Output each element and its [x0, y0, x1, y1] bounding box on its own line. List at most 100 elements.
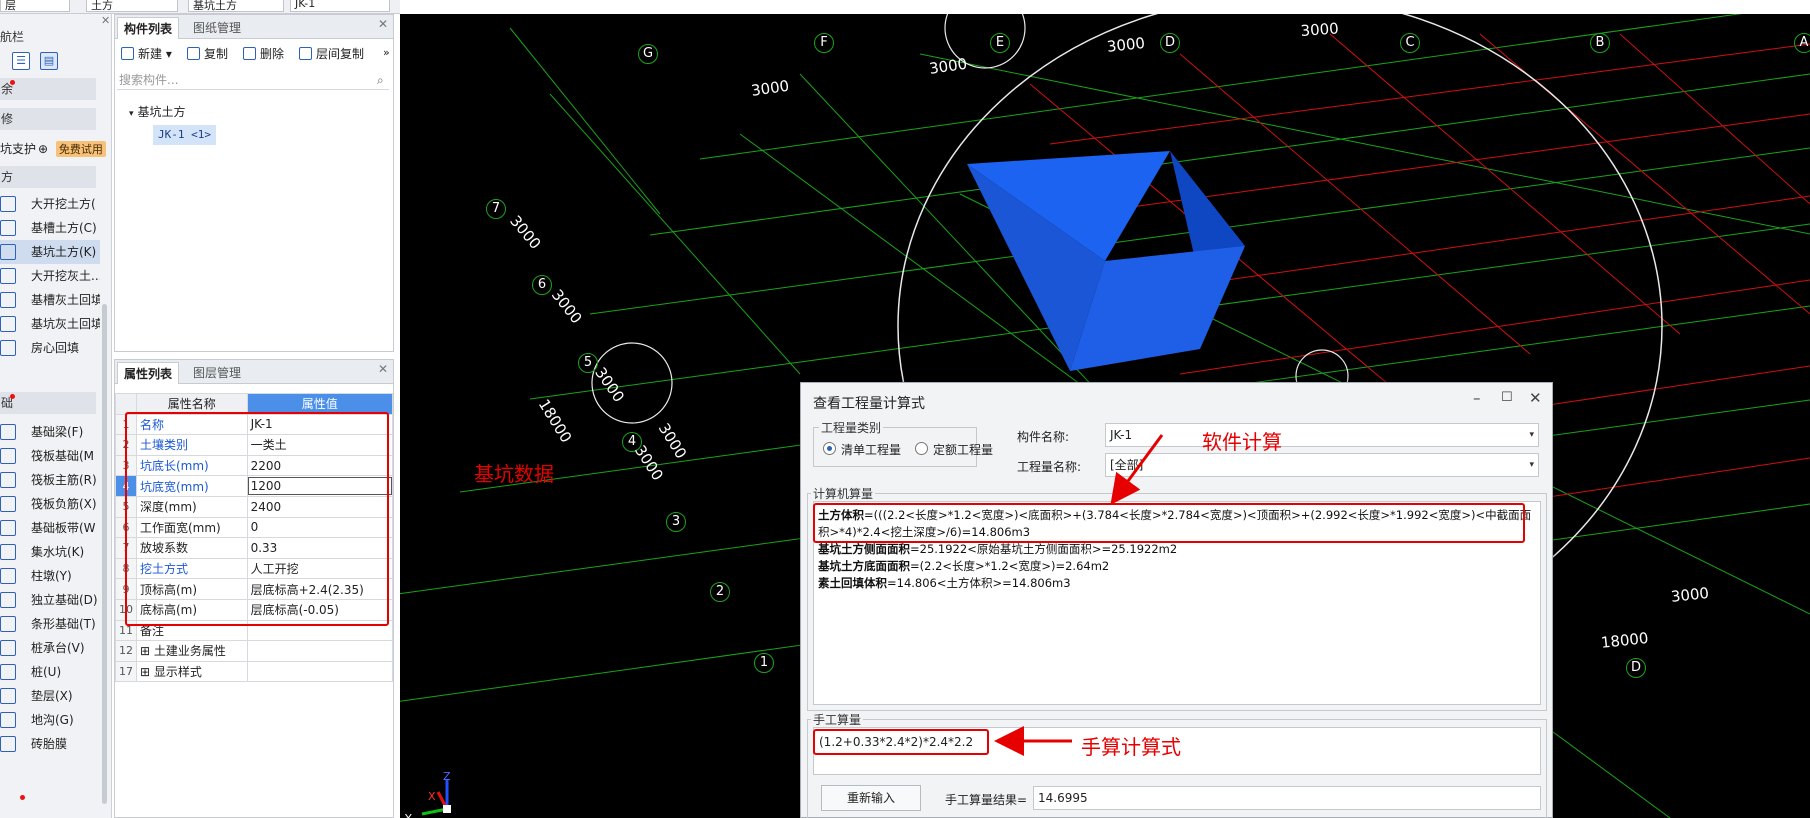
close-icon[interactable]: ✕: [1529, 389, 1542, 407]
nav-item-14[interactable]: 柱墩(Y): [0, 564, 100, 588]
subtype-combo[interactable]: 基坑土方: [188, 0, 284, 12]
computer-qty-label: 计算机算量: [811, 485, 876, 502]
minimize-icon[interactable]: –: [1473, 389, 1481, 407]
qty-name-field[interactable]: [全部] ▾: [1105, 453, 1539, 477]
navigation-panel: 航栏 ✕ ☰ ▤ 余 修 坑支护 ⊕ 免费试用 方 大开挖土方(基槽土方(C) 基坑…: [0, 14, 112, 818]
detail-view-icon[interactable]: ▤: [40, 52, 58, 70]
tab-layer-manage[interactable]: 图层管理: [187, 362, 247, 384]
nav-section-3[interactable]: 方: [0, 166, 96, 188]
tab-component-list[interactable]: 构件列表: [117, 17, 180, 39]
nav-item-label: 桩(U): [31, 665, 62, 679]
complist-tabs: 构件列表 图纸管理 ✕: [115, 15, 393, 39]
component-list-panel: 构件列表 图纸管理 ✕ 新建 ▾ 复制 删除 层间复制 » 搜索构件... ⌕ …: [114, 14, 394, 352]
property-name: ⊞ 土建业务属性: [136, 640, 248, 662]
nav-item-15[interactable]: 独立基础(D): [0, 588, 100, 612]
manual-calc-annotation: 手算计算式: [1081, 735, 1181, 759]
property-value[interactable]: [246, 640, 394, 662]
expand-icon: ▾: [129, 109, 134, 119]
component-search-input[interactable]: 搜索构件...: [117, 70, 389, 90]
axis-bubble-number: 5: [578, 353, 598, 373]
list-view-icon[interactable]: ☰: [12, 52, 30, 70]
free-trial-badge: 免费试用: [55, 141, 106, 157]
pit-data-annotation: 基坑数据: [474, 462, 554, 486]
nav-item-10[interactable]: 筏板主筋(R): [0, 468, 100, 492]
nav-item-3[interactable]: 基坑土方(K): [0, 240, 100, 264]
reinput-button[interactable]: 重新输入: [821, 785, 921, 811]
search-icon[interactable]: ⌕: [377, 73, 384, 88]
pit-support-label: 坑支护: [0, 142, 37, 156]
maximize-icon[interactable]: ☐: [1501, 390, 1513, 405]
new-button[interactable]: 新建 ▾: [121, 45, 172, 63]
close-icon[interactable]: ✕: [378, 17, 388, 31]
nav-item-13[interactable]: 集水坑(K): [0, 540, 100, 564]
type-combo[interactable]: 土方: [86, 0, 178, 12]
col-header-value: 属性值: [246, 393, 394, 415]
expand-icon[interactable]: ⊞: [140, 644, 154, 658]
close-icon[interactable]: ✕: [378, 362, 388, 376]
more-icon[interactable]: »: [383, 46, 390, 59]
tab-drawing-manage[interactable]: 图纸管理: [187, 17, 247, 39]
radio-norm-qty[interactable]: [915, 442, 928, 455]
nav-item-label: 桩承台(V): [31, 641, 85, 655]
isolated-footing-icon: [0, 592, 16, 608]
brick-mold-icon: [0, 736, 16, 752]
room-backfill-icon: [0, 340, 16, 356]
axis-bubble-letter: F: [814, 33, 834, 53]
nav-item-11[interactable]: 筏板负筋(X): [0, 492, 100, 516]
foundation-beam-icon: [0, 424, 16, 440]
radio-norm-qty-label[interactable]: 定额工程量: [933, 441, 993, 458]
radio-bill-qty[interactable]: [823, 442, 836, 455]
floor-copy-button[interactable]: 层间复制: [299, 45, 364, 63]
nav-scrollbar[interactable]: [102, 304, 107, 804]
nav-item-9[interactable]: 筏板基础(M: [0, 444, 100, 468]
expand-icon[interactable]: ⊞: [140, 665, 154, 679]
top-toolbar: 层 土方 基坑土方 JK-1: [0, 0, 400, 14]
raft-foundation-icon: [0, 448, 16, 464]
tab-property-list[interactable]: 属性列表: [117, 362, 180, 384]
dialog-title: 查看工程量计算式: [813, 396, 925, 412]
nav-item-5[interactable]: 基槽灰土回填: [0, 288, 100, 312]
nav-item-label: 基槽土方(C): [31, 221, 97, 235]
copy-button[interactable]: 复制: [187, 45, 228, 63]
manual-result-field[interactable]: 14.6995: [1033, 786, 1541, 810]
comp-name-label: 构件名称:: [1017, 430, 1070, 444]
property-row[interactable]: 12 ⊞ 土建业务属性: [115, 640, 394, 662]
nav-item-19[interactable]: 垫层(X): [0, 684, 100, 708]
nav-item-6[interactable]: 基坑灰土回填: [0, 312, 100, 336]
component-combo[interactable]: JK-1: [290, 0, 390, 12]
axis-bubble-letter: G: [638, 44, 658, 64]
nav-item-18[interactable]: 桩(U): [0, 660, 100, 684]
tree-item-jk1[interactable]: JK-1 <1>: [153, 125, 216, 145]
nav-item-2[interactable]: 基槽土方(C): [0, 216, 100, 240]
nav-item-label: 筏板负筋(X): [31, 497, 97, 511]
nav-item-1[interactable]: 大开挖土方(: [0, 192, 100, 216]
tree-root[interactable]: ▾ 基坑土方: [129, 103, 186, 120]
floor-combo[interactable]: 层: [0, 0, 70, 12]
pit-model[interactable]: [967, 151, 1245, 371]
nav-item-20[interactable]: 地沟(G): [0, 708, 100, 732]
nav-item-16[interactable]: 条形基础(T): [0, 612, 100, 636]
dimension-label: 3000: [1300, 19, 1340, 40]
nav-item-7[interactable]: 房心回填: [0, 336, 100, 360]
nav-item-21[interactable]: 砖胎膜: [0, 732, 100, 756]
delete-button[interactable]: 删除: [243, 45, 284, 63]
new-icon: [121, 47, 134, 60]
property-row[interactable]: 17 ⊞ 显示样式: [115, 660, 394, 683]
close-icon[interactable]: ✕: [101, 14, 110, 27]
nav-item-label: 条形基础(T): [31, 617, 96, 631]
nav-item-8[interactable]: 基础梁(F): [0, 420, 100, 444]
comp-name-field[interactable]: JK-1 ▾: [1105, 423, 1539, 447]
new-dot-icon: [20, 795, 25, 800]
nav-item-17[interactable]: 桩承台(V): [0, 636, 100, 660]
nav-item-label: 房心回填: [31, 341, 80, 355]
dropdown-icon: ▾: [1529, 430, 1534, 440]
pit-support-item[interactable]: 坑支护 ⊕ 免费试用: [0, 140, 106, 157]
nav-item-4[interactable]: 大开挖灰土...: [0, 264, 100, 288]
property-value[interactable]: [246, 660, 394, 683]
nav-item-label: 集水坑(K): [31, 545, 85, 559]
trench-icon: [0, 220, 16, 236]
axis-bubble-letter: D: [1160, 33, 1180, 53]
radio-bill-qty-label[interactable]: 清单工程量: [841, 441, 901, 458]
nav-item-12[interactable]: 基础板带(W: [0, 516, 100, 540]
nav-section-2[interactable]: 修: [0, 108, 96, 130]
